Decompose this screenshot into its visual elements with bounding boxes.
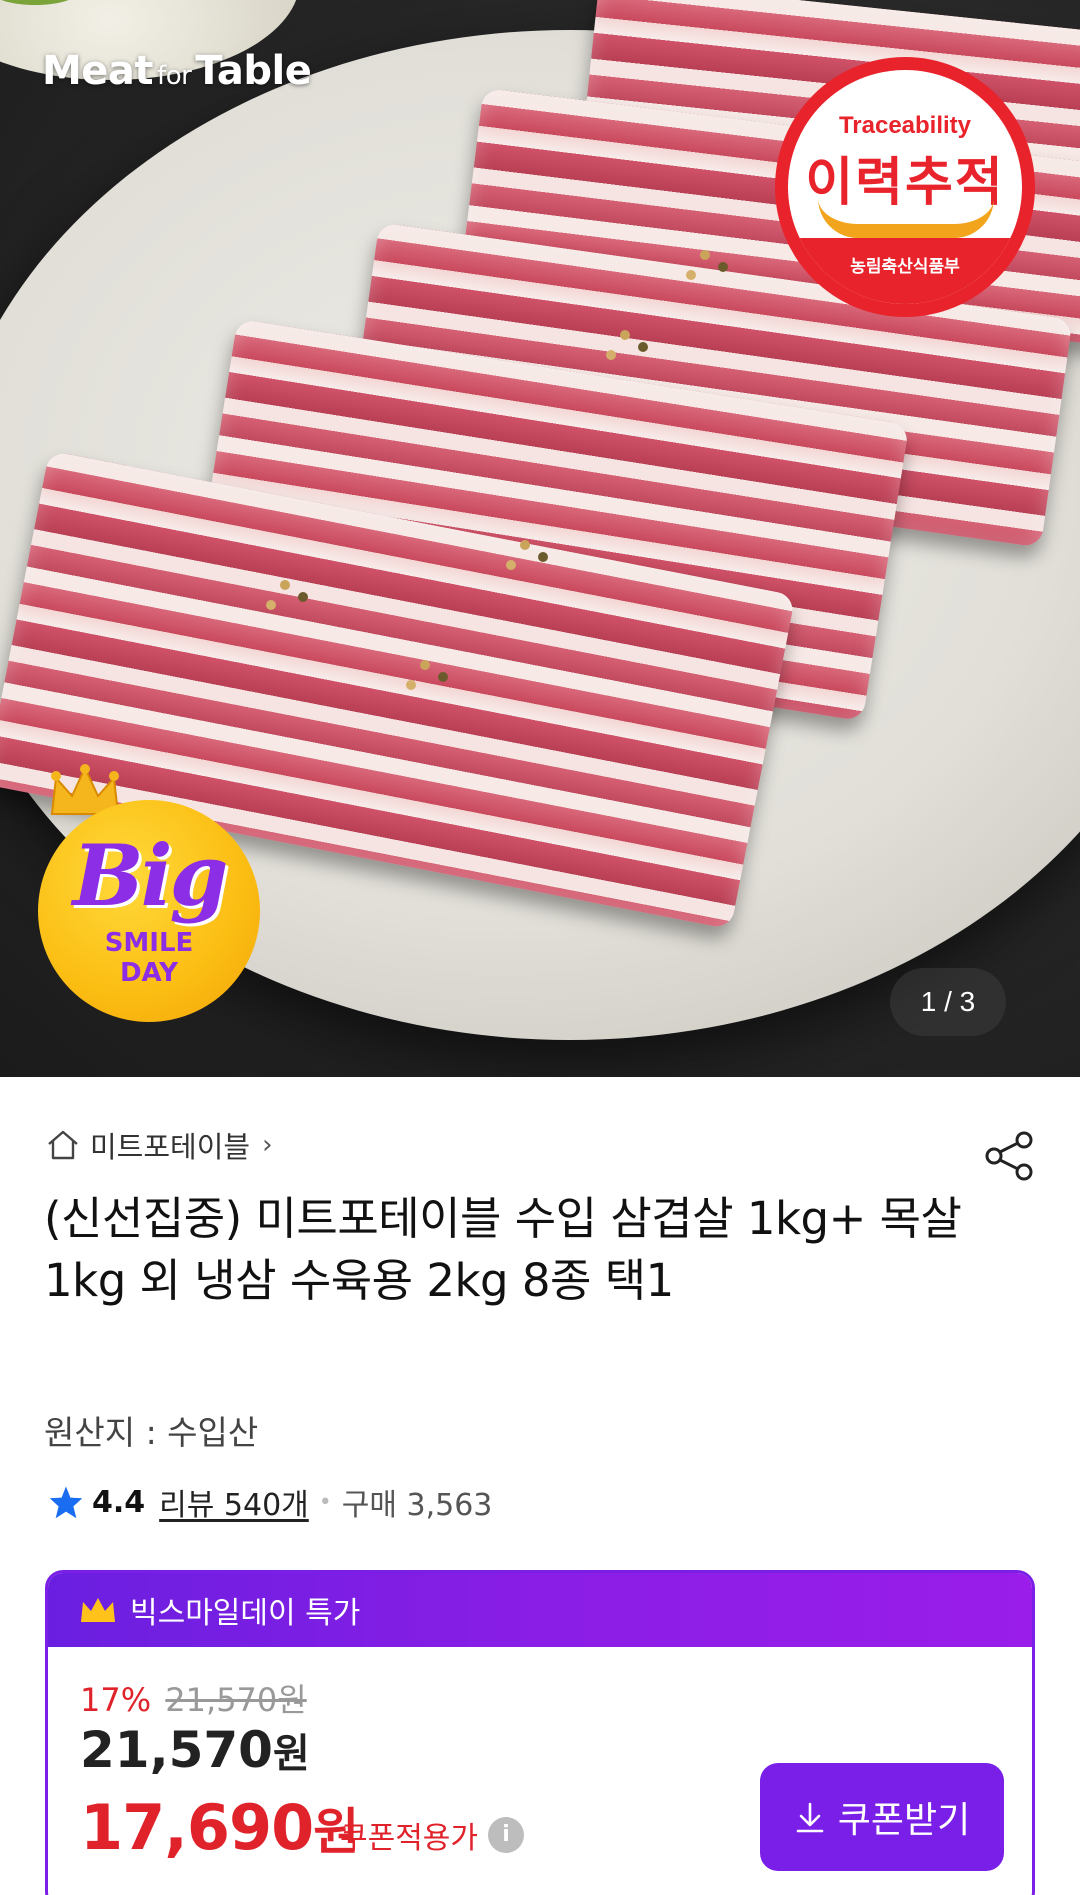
traceability-badge-en: Traceability bbox=[838, 112, 972, 139]
pepper-flakes bbox=[620, 330, 630, 340]
product-title: (신선집중) 미트포테이블 수입 삼겹살 1kg+ 목살 1kg 외 냉삼 수육… bbox=[44, 1192, 962, 1307]
traceability-badge-arc bbox=[818, 198, 994, 238]
sale-price: 21,570원 bbox=[80, 1721, 310, 1779]
coupon-price-label: 쿠폰적용가 i bbox=[340, 1813, 524, 1857]
big-smile-day-text: SMILE DAY bbox=[104, 928, 194, 988]
get-coupon-label: 쿠폰받기 bbox=[837, 1799, 971, 1840]
traceability-badge: Traceability 이력추적 농림축산식품부 bbox=[775, 57, 1035, 317]
purchase-count: 구매 3,563 bbox=[341, 1488, 493, 1523]
separator-dot: • bbox=[318, 1489, 332, 1515]
traceability-badge-org: 농림축산식품부 bbox=[788, 238, 1022, 304]
review-count-link[interactable]: 리뷰 540개 bbox=[159, 1480, 309, 1524]
pepper-flakes bbox=[280, 580, 290, 590]
download-icon bbox=[796, 1802, 824, 1833]
big-smile-day-big: Big bbox=[72, 826, 229, 925]
discount-row: 17% 21,570원 bbox=[80, 1675, 307, 1721]
deal-banner: 빅스마일데이 특가 bbox=[48, 1573, 1032, 1647]
big-smile-day-badge: Big SMILE DAY bbox=[38, 800, 260, 1022]
store-link[interactable]: 미트포테이블 › bbox=[46, 1124, 273, 1166]
rating-row: 4.4 리뷰 540개 • 구매 3,563 bbox=[48, 1480, 492, 1524]
image-page-indicator: 1 / 3 bbox=[890, 968, 1006, 1036]
chevron-right-icon: › bbox=[262, 1130, 273, 1160]
pepper-flakes bbox=[700, 250, 710, 260]
pepper-flakes bbox=[520, 540, 530, 550]
store-name: 미트포테이블 bbox=[90, 1130, 251, 1164]
home-icon bbox=[48, 1130, 78, 1160]
crown-icon bbox=[81, 1598, 115, 1622]
rating-score: 4.4 bbox=[92, 1484, 146, 1520]
share-icon[interactable] bbox=[982, 1128, 1038, 1184]
get-coupon-button[interactable]: 쿠폰받기 bbox=[760, 1763, 1004, 1871]
product-origin: 원산지 : 수입산 bbox=[44, 1413, 259, 1452]
original-price: 21,570원 bbox=[165, 1681, 307, 1719]
info-icon[interactable]: i bbox=[488, 1817, 524, 1853]
coupon-price: 17,690원 bbox=[80, 1791, 359, 1864]
star-icon bbox=[49, 1486, 83, 1519]
discount-rate: 17% bbox=[80, 1681, 152, 1719]
brand-logo: Meat for Table bbox=[42, 48, 312, 94]
deal-label: 빅스마일데이 특가 bbox=[130, 1596, 361, 1631]
price-card: 빅스마일데이 특가 17% 21,570원 21,570원 17,690원 쿠폰… bbox=[45, 1570, 1035, 1895]
product-image-carousel[interactable]: Meat for Table Traceability 이력추적 농림축산식품부 B… bbox=[0, 0, 1080, 1077]
pepper-flakes bbox=[420, 660, 430, 670]
